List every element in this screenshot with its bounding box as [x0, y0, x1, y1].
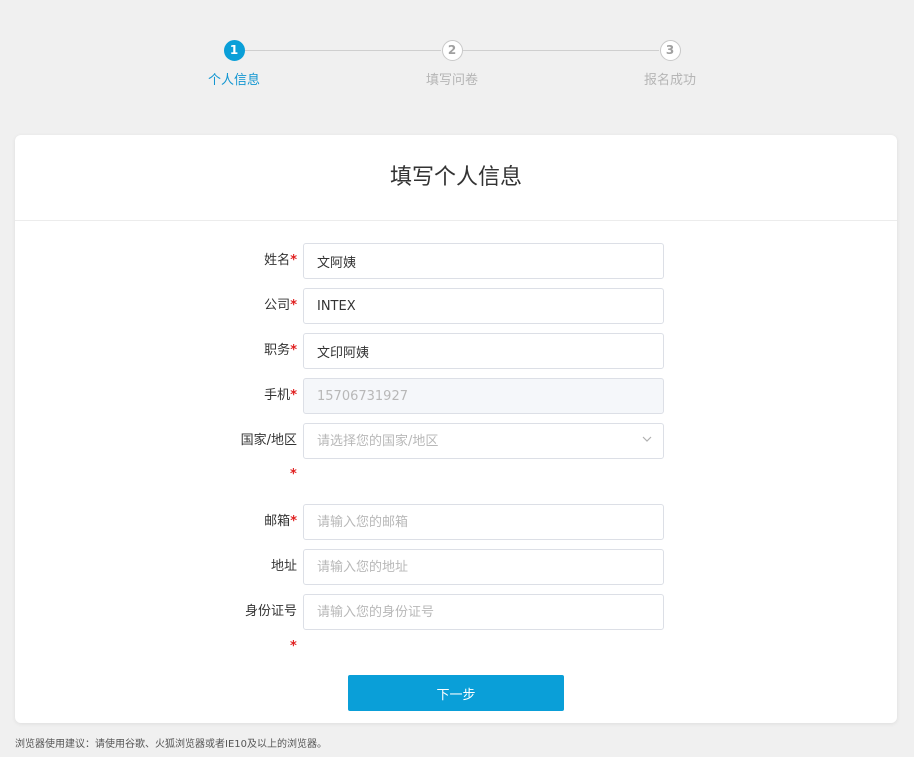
stepper: 1 个人信息 2 填写问卷 3 报名成功 [0, 0, 914, 110]
step-label: 个人信息 [207, 73, 260, 88]
required-mark: * [290, 343, 297, 358]
next-button[interactable]: 下一步 [348, 675, 564, 711]
form-row-email: 邮箱* [15, 504, 897, 540]
address-label: 地址 [270, 559, 297, 574]
form-row-id-number: 身份证号 [15, 594, 897, 630]
step-number: 1 [223, 40, 245, 61]
form-row-address: 地址 [15, 549, 897, 585]
email-label: 邮箱* [264, 514, 297, 529]
country-label: 国家/地区 [240, 433, 297, 448]
form-row-position: 职务* [15, 333, 897, 369]
id-number-label: 身份证号 [244, 604, 297, 619]
step-label: 填写问卷 [425, 73, 478, 88]
chevron-down-icon[interactable] [639, 433, 655, 449]
form-row-country: 国家/地区 [15, 423, 897, 459]
step-personal-info: 1 个人信息 [174, 40, 294, 88]
required-mark: * [290, 514, 297, 529]
position-label: 职务* [264, 343, 297, 358]
phone-input [303, 378, 664, 414]
form-row-company: 公司* [15, 288, 897, 324]
company-input[interactable] [303, 288, 664, 324]
form-row-phone: 手机* [15, 378, 897, 414]
step-number: 2 [441, 40, 463, 61]
name-label: 姓名* [264, 253, 297, 268]
email-input[interactable] [303, 504, 664, 540]
country-select[interactable] [303, 423, 664, 459]
required-mark: * [290, 467, 297, 482]
browser-note: 浏览器使用建议：请使用谷歌、火狐浏览器或者IE10及以上的浏览器。 [15, 739, 327, 750]
required-mark: * [290, 298, 297, 313]
required-mark: * [290, 639, 297, 654]
step-success: 3 报名成功 [610, 40, 730, 88]
required-mark: * [290, 388, 297, 403]
name-input[interactable] [303, 243, 664, 279]
form-row-name: 姓名* [15, 243, 897, 279]
required-mark: * [290, 253, 297, 268]
address-input[interactable] [303, 549, 664, 585]
position-input[interactable] [303, 333, 664, 369]
step-label: 报名成功 [643, 73, 696, 88]
form-card: 填写个人信息 姓名* 公司* 职务* 手机* 国家/地区 [15, 135, 897, 723]
page-title: 填写个人信息 [15, 135, 897, 221]
phone-label: 手机* [264, 388, 297, 403]
company-label: 公司* [264, 298, 297, 313]
step-number: 3 [659, 40, 681, 61]
step-questionnaire: 2 填写问卷 [392, 40, 512, 88]
id-number-input[interactable] [303, 594, 664, 630]
